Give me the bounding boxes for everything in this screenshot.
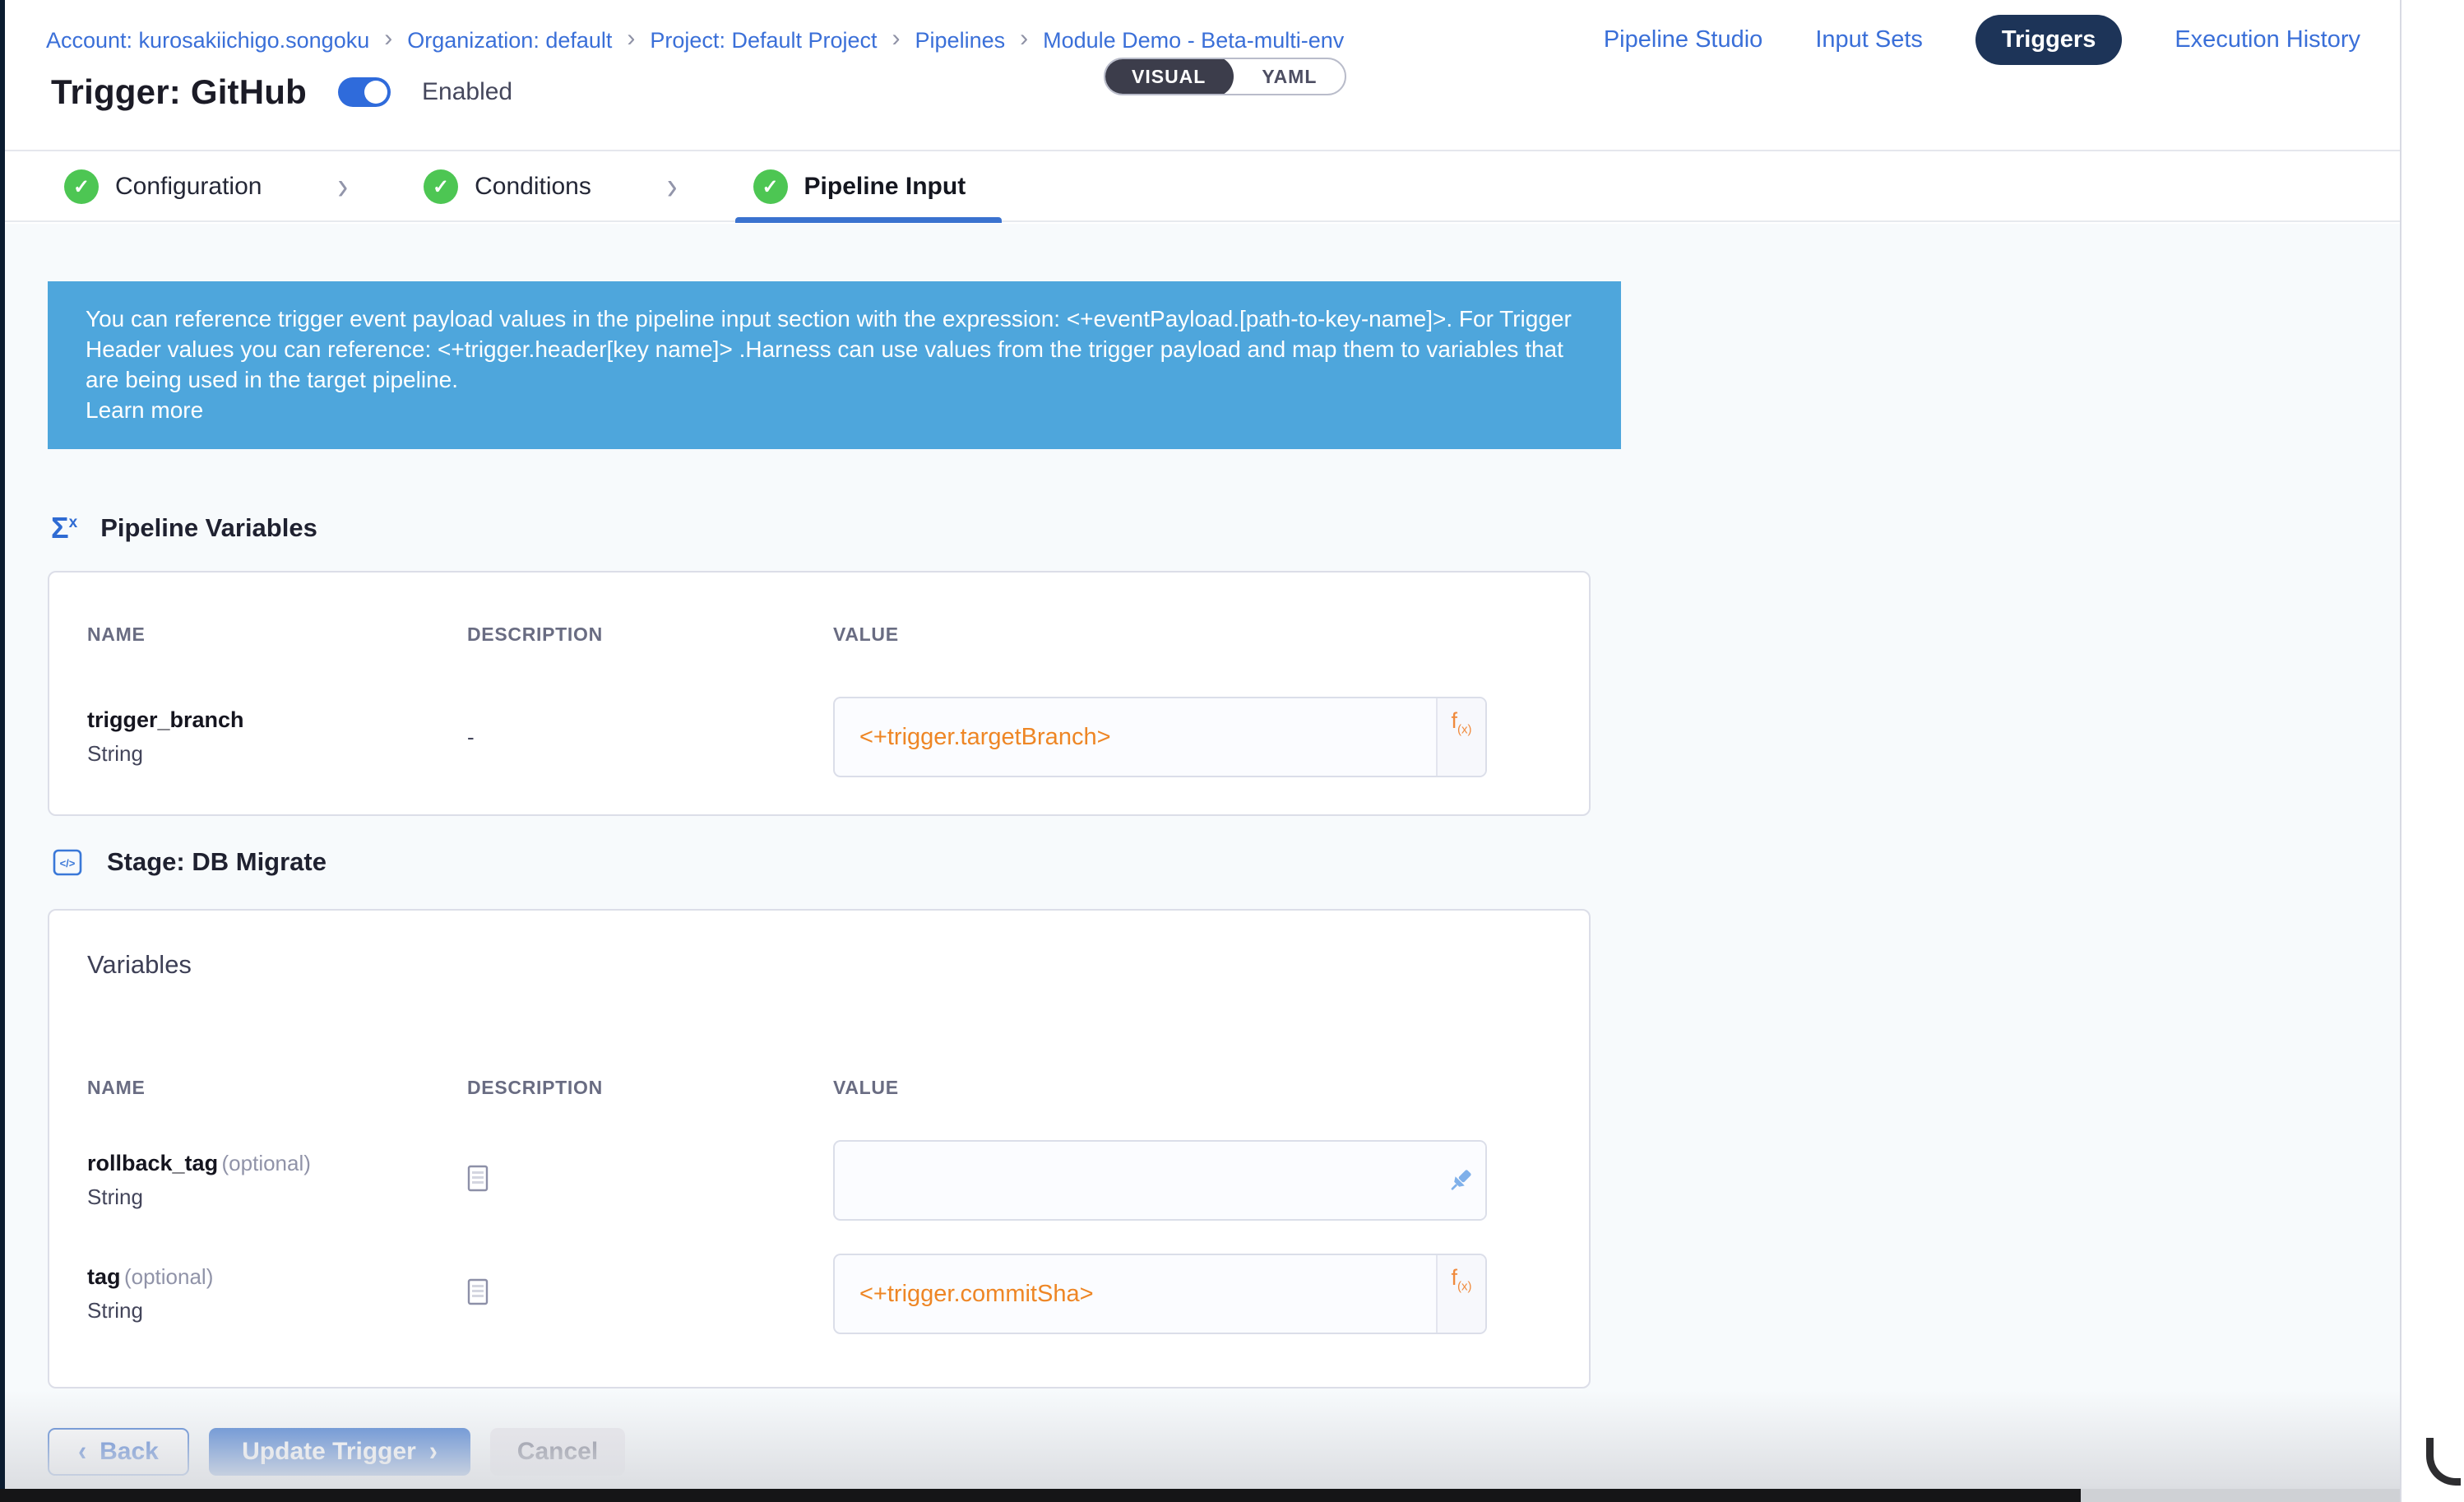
step-label: Configuration bbox=[115, 173, 262, 201]
table-row: tag (optional) String <+trigger.co bbox=[87, 1254, 1551, 1334]
yaml-mode-button[interactable]: YAML bbox=[1234, 58, 1345, 95]
table-header-row: NAME DESCRIPTION VALUE bbox=[87, 1077, 1551, 1099]
variable-name: tag bbox=[87, 1264, 121, 1289]
variables-card-title: Variables bbox=[87, 950, 1551, 980]
trigger-branch-value-input[interactable]: <+trigger.targetBranch> f(x) bbox=[833, 697, 1487, 777]
desktop-dock-strip-light bbox=[2081, 1489, 2400, 1502]
variable-optional-label: (optional) bbox=[222, 1151, 311, 1175]
column-description: DESCRIPTION bbox=[467, 1077, 833, 1099]
pipeline-variables-title: Pipeline Variables bbox=[100, 513, 317, 543]
info-banner: You can reference trigger event payload … bbox=[48, 281, 1621, 449]
step-configuration[interactable]: ✓ Configuration bbox=[64, 152, 262, 221]
pipeline-variables-card: NAME DESCRIPTION VALUE trigger_branch St… bbox=[48, 571, 1591, 816]
visual-mode-button[interactable]: VISUAL bbox=[1104, 58, 1234, 95]
pipeline-top-nav: Pipeline Studio Input Sets Triggers Exec… bbox=[1604, 15, 2360, 65]
step-pipeline-input[interactable]: ✓ Pipeline Input bbox=[753, 152, 966, 221]
column-value: VALUE bbox=[833, 1077, 1551, 1099]
variable-type: String bbox=[87, 1184, 467, 1210]
breadcrumb: Account: kurosakiichigo.songoku › Organi… bbox=[46, 26, 1344, 54]
expression-text[interactable]: <+trigger.commitSha> bbox=[835, 1255, 1436, 1333]
page-title: Trigger: GitHub bbox=[51, 72, 307, 112]
check-icon: ✓ bbox=[424, 169, 458, 204]
chevron-right-icon: › bbox=[667, 165, 678, 209]
variable-type: String bbox=[87, 1298, 467, 1324]
check-icon: ✓ bbox=[64, 169, 99, 204]
breadcrumb-separator-icon: › bbox=[627, 25, 635, 53]
trigger-pipeline-input-page: Account: kurosakiichigo.songoku › Organi… bbox=[0, 0, 2464, 1502]
variable-value-cell: <+trigger.commitSha> f(x) bbox=[833, 1254, 1551, 1334]
enabled-toggle[interactable] bbox=[338, 77, 391, 107]
nav-pipeline-studio[interactable]: Pipeline Studio bbox=[1604, 26, 1762, 53]
variable-value-cell bbox=[833, 1140, 1551, 1221]
expression-fx-button[interactable]: f(x) bbox=[1436, 698, 1485, 776]
stage-section-head: </> Stage: DB Migrate bbox=[51, 846, 327, 878]
breadcrumb-pipeline-name[interactable]: Module Demo - Beta-multi-env bbox=[1043, 28, 1344, 53]
variable-name-cell: trigger_branch String bbox=[87, 707, 467, 767]
breadcrumb-organization[interactable]: Organization: default bbox=[407, 28, 612, 53]
description-note-icon[interactable] bbox=[467, 1278, 489, 1306]
visual-yaml-toggle: VISUAL YAML bbox=[1104, 58, 1346, 95]
stage-title: Stage: DB Migrate bbox=[107, 847, 327, 877]
variable-value-cell: <+trigger.targetBranch> f(x) bbox=[833, 697, 1551, 777]
page-header: Account: kurosakiichigo.songoku › Organi… bbox=[5, 0, 2400, 151]
variable-optional-label: (optional) bbox=[124, 1264, 213, 1289]
variable-name-cell: tag (optional) String bbox=[87, 1264, 467, 1324]
wizard-steps: ✓ Configuration › ✓ Conditions › ✓ Pipel… bbox=[5, 153, 2400, 222]
breadcrumb-separator-icon: › bbox=[892, 25, 901, 53]
expression-text[interactable]: <+trigger.targetBranch> bbox=[835, 698, 1436, 776]
column-name: NAME bbox=[87, 624, 467, 646]
info-banner-text: You can reference trigger event payload … bbox=[86, 304, 1578, 395]
desktop-dock-strip bbox=[0, 1489, 2081, 1502]
step-conditions[interactable]: ✓ Conditions bbox=[424, 152, 591, 221]
description-note-icon[interactable] bbox=[467, 1165, 489, 1193]
variable-type: String bbox=[87, 741, 467, 767]
breadcrumb-separator-icon: › bbox=[384, 25, 392, 53]
fx-icon: f(x) bbox=[1451, 1267, 1471, 1292]
column-description: DESCRIPTION bbox=[467, 624, 833, 646]
breadcrumb-pipelines[interactable]: Pipelines bbox=[915, 28, 1006, 53]
column-value: VALUE bbox=[833, 624, 1551, 646]
column-name: NAME bbox=[87, 1077, 467, 1099]
bottom-fade bbox=[5, 1390, 2400, 1489]
variable-name: rollback_tag bbox=[87, 1151, 218, 1175]
pipeline-variables-icon: Σx bbox=[51, 513, 77, 543]
svg-text:</>: </> bbox=[60, 857, 76, 869]
tag-value-input[interactable]: <+trigger.commitSha> f(x) bbox=[833, 1254, 1487, 1334]
fx-icon: f(x) bbox=[1451, 710, 1471, 735]
nav-input-sets[interactable]: Input Sets bbox=[1815, 26, 1923, 53]
variable-description-cell bbox=[467, 1165, 833, 1197]
pipeline-variables-section-head: Σx Pipeline Variables bbox=[51, 513, 317, 543]
pin-icon bbox=[1446, 1166, 1475, 1195]
step-label: Pipeline Input bbox=[804, 173, 966, 201]
table-row: rollback_tag (optional) String bbox=[87, 1140, 1551, 1221]
nav-execution-history[interactable]: Execution History bbox=[2175, 26, 2360, 53]
stage-variables-card: Variables NAME DESCRIPTION VALUE rollbac… bbox=[48, 909, 1591, 1388]
nav-triggers-active[interactable]: Triggers bbox=[1975, 15, 2122, 65]
toggle-knob bbox=[364, 81, 387, 104]
breadcrumb-account[interactable]: Account: kurosakiichigo.songoku bbox=[46, 28, 369, 53]
variable-description-cell: - bbox=[467, 725, 833, 750]
step-label: Conditions bbox=[475, 173, 591, 201]
variable-name: trigger_branch bbox=[87, 707, 244, 732]
enabled-label: Enabled bbox=[422, 78, 512, 106]
variable-description-cell bbox=[467, 1278, 833, 1310]
pipeline-input-content: You can reference trigger event payload … bbox=[5, 224, 2400, 1489]
pin-input-type-button[interactable] bbox=[1436, 1142, 1485, 1219]
title-row: Trigger: GitHub Enabled bbox=[51, 72, 512, 112]
variable-name-cell: rollback_tag (optional) String bbox=[87, 1151, 467, 1210]
value-text[interactable] bbox=[835, 1142, 1436, 1219]
table-header-row: NAME DESCRIPTION VALUE bbox=[87, 624, 1551, 646]
breadcrumb-project[interactable]: Project: Default Project bbox=[650, 28, 877, 53]
expression-fx-button[interactable]: f(x) bbox=[1436, 1255, 1485, 1333]
rollback-tag-value-input[interactable] bbox=[833, 1140, 1487, 1221]
check-icon: ✓ bbox=[753, 169, 788, 204]
description-empty-dash: - bbox=[467, 725, 475, 749]
chevron-right-icon: › bbox=[337, 165, 348, 209]
learn-more-link[interactable]: Learn more bbox=[86, 395, 1583, 425]
table-row: trigger_branch String - <+trigger.target… bbox=[87, 697, 1551, 777]
stage-icon: </> bbox=[51, 846, 84, 878]
right-rail bbox=[2400, 0, 2464, 1502]
breadcrumb-separator-icon: › bbox=[1020, 25, 1028, 53]
